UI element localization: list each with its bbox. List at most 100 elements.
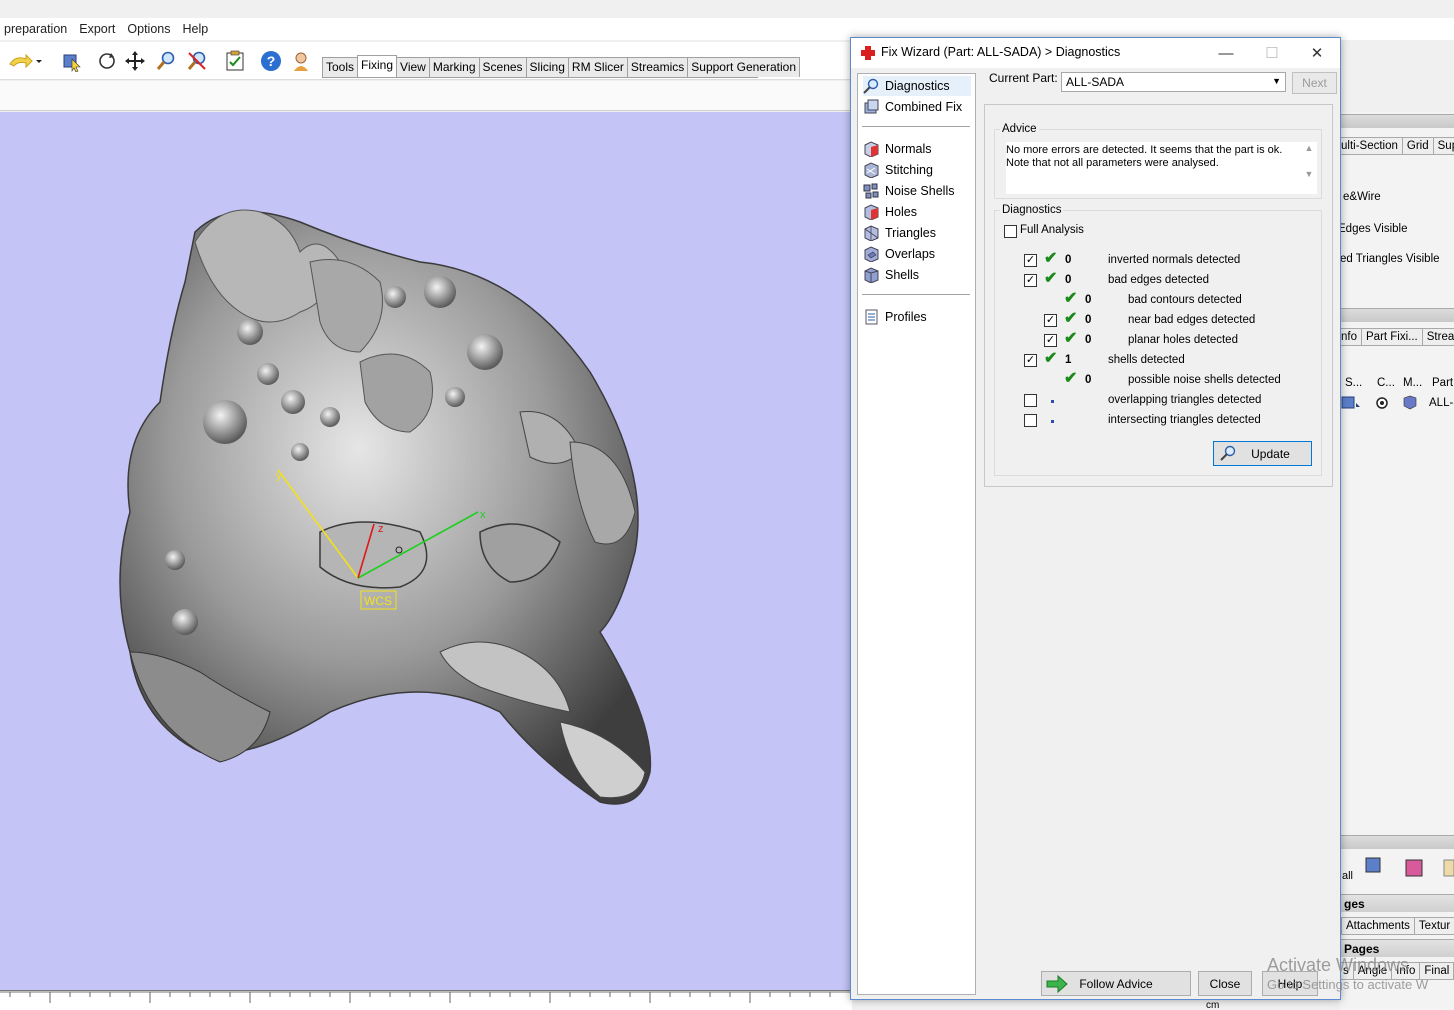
not-analysed-dot [1051, 420, 1054, 423]
menu-preparation[interactable]: preparation [0, 22, 75, 36]
holes-icon [864, 204, 879, 220]
tab-fixing[interactable]: Fixing [357, 55, 398, 77]
svg-text:?: ? [267, 53, 276, 69]
shells-count: 1 [1065, 354, 1072, 366]
bad-edges-label: bad edges detected [1108, 274, 1210, 286]
planar-holes-checkbox[interactable]: ✓ [1044, 334, 1057, 347]
full-analysis-checkbox[interactable] [1004, 225, 1017, 238]
intersecting-triangles-label: intersecting triangles detected [1108, 414, 1261, 426]
current-part-label: Current Part: [989, 71, 1058, 85]
intersecting-triangles-checkbox[interactable] [1024, 414, 1037, 427]
shells-label: shells detected [1108, 354, 1185, 366]
bad-contours-count: 0 [1085, 294, 1092, 306]
tab-support-generation[interactable]: Support Generation [687, 57, 801, 77]
redo-icon[interactable] [4, 48, 44, 74]
select-part-icon[interactable] [58, 48, 84, 74]
zoom-window-icon[interactable] [184, 48, 210, 74]
nav-overlaps[interactable]: Overlaps [863, 244, 935, 264]
rotate-icon[interactable] [94, 48, 120, 74]
nav-holes[interactable]: Holes [863, 202, 917, 222]
menu-export[interactable]: Export [75, 22, 123, 36]
part-row-icons[interactable] [1340, 394, 1420, 412]
update-label: Update [1251, 446, 1290, 461]
current-part-select[interactable]: ALL-SADA ▼ [1061, 72, 1286, 92]
nav-normals[interactable]: Normals [863, 139, 932, 159]
nav-triangles[interactable]: Triangles [863, 223, 936, 243]
shade-wire-option[interactable]: e&Wire [1343, 191, 1381, 203]
nav-stitching[interactable]: Stitching [863, 160, 933, 180]
follow-advice-button[interactable]: Follow Advice [1041, 971, 1191, 996]
ok-check-icon: ✔ [1044, 270, 1058, 287]
near-bad-edges-count: 0 [1085, 314, 1092, 326]
col-m[interactable]: M... [1403, 377, 1422, 389]
advice-scrollbar[interactable]: ▲ ▼ [1301, 142, 1317, 194]
ok-check-icon: ✔ [1064, 330, 1078, 347]
part-name-cell[interactable]: ALL-S [1429, 397, 1454, 409]
near-bad-edges-checkbox[interactable]: ✓ [1044, 314, 1057, 327]
red-cross-icon [861, 46, 875, 60]
svg-text:all: all [1342, 870, 1353, 882]
3d-viewport[interactable]: y x z WCS [0, 112, 852, 990]
tab-tools[interactable]: Tools [322, 57, 359, 77]
tab-attachments[interactable]: Attachments [1341, 917, 1415, 935]
tab-grid[interactable]: Grid [1401, 137, 1434, 155]
inverted-normals-count: 0 [1065, 254, 1072, 266]
tab-streamics[interactable]: Streamics [626, 57, 689, 77]
update-button[interactable]: Update [1213, 441, 1312, 466]
noise-shells-icon [863, 183, 879, 199]
tab-multi-section[interactable]: ulti-Section [1336, 137, 1403, 155]
triangles-visible-option[interactable]: ed Triangles Visible [1340, 253, 1440, 265]
fix-wizard-dialog: Fix Wizard (Part: ALL-SADA) > Diagnostic… [850, 37, 1341, 1000]
col-s[interactable]: S... [1345, 377, 1362, 389]
bad-contours-label: bad contours detected [1128, 294, 1242, 306]
magnifier-icon [863, 78, 879, 94]
tab-support[interactable]: Sup [1432, 137, 1454, 155]
tab-textures[interactable]: Textur [1413, 917, 1454, 935]
ruler [0, 990, 852, 1010]
planar-holes-count: 0 [1085, 334, 1092, 346]
tab-view[interactable]: View [396, 57, 430, 77]
edges-visible-option[interactable]: Edges Visible [1338, 223, 1407, 235]
nav-profiles[interactable]: Profiles [863, 307, 927, 327]
help-icon[interactable]: ? [258, 48, 284, 74]
tab-rm-slicer[interactable]: RM Slicer [567, 57, 628, 77]
next-button[interactable]: Next [1292, 72, 1337, 94]
right-toolbar-icons[interactable]: all [1336, 852, 1454, 884]
magnifier-icon [1220, 445, 1236, 461]
pan-icon[interactable] [122, 48, 148, 74]
close-window-button[interactable]: ✕ [1294, 38, 1340, 68]
inverted-normals-checkbox[interactable]: ✓ [1024, 254, 1037, 267]
menu-options[interactable]: Options [123, 22, 178, 36]
shells-checkbox[interactable]: ✓ [1024, 354, 1037, 367]
dialog-titlebar[interactable]: Fix Wizard (Part: ALL-SADA) > Diagnostic… [851, 38, 1340, 68]
tab-streamics-panel[interactable]: Strea [1421, 328, 1454, 346]
near-bad-edges-label: near bad edges detected [1128, 314, 1256, 326]
overlapping-triangles-checkbox[interactable] [1024, 394, 1037, 407]
nav-diagnostics[interactable]: Diagnostics [863, 76, 971, 96]
tab-underline [322, 77, 758, 78]
nav-noise-shells[interactable]: Noise Shells [863, 181, 954, 201]
tab-scenes[interactable]: Scenes [478, 57, 527, 77]
tab-marking[interactable]: Marking [428, 57, 480, 77]
axis-y-label: y [276, 470, 282, 482]
zoom-icon[interactable] [153, 48, 179, 74]
menu-help[interactable]: Help [178, 22, 216, 36]
tab-slicing[interactable]: Slicing [525, 57, 569, 77]
maximize-button[interactable]: ☐ [1249, 38, 1295, 68]
ok-check-icon: ✔ [1064, 370, 1078, 387]
minimize-button[interactable]: — [1203, 38, 1249, 68]
nav-combined-fix[interactable]: Combined Fix [863, 97, 962, 117]
nav-shells[interactable]: Shells [863, 265, 919, 285]
checklist-icon[interactable] [222, 48, 248, 74]
close-button[interactable]: Close [1198, 971, 1252, 996]
assistant-icon[interactable] [288, 48, 314, 74]
tab-part-fixing[interactable]: Part Fixi... [1361, 328, 1423, 346]
bad-edges-checkbox[interactable]: ✓ [1024, 274, 1037, 287]
profiles-icon [865, 309, 878, 325]
advice-text-box: No more errors are detected. It seems th… [1006, 142, 1317, 194]
mesh-model[interactable]: y x z WCS [0, 112, 852, 990]
nav-separator [862, 126, 970, 127]
col-part[interactable]: Part [1432, 377, 1453, 389]
combined-fix-icon [864, 99, 879, 114]
col-c[interactable]: C... [1377, 377, 1395, 389]
